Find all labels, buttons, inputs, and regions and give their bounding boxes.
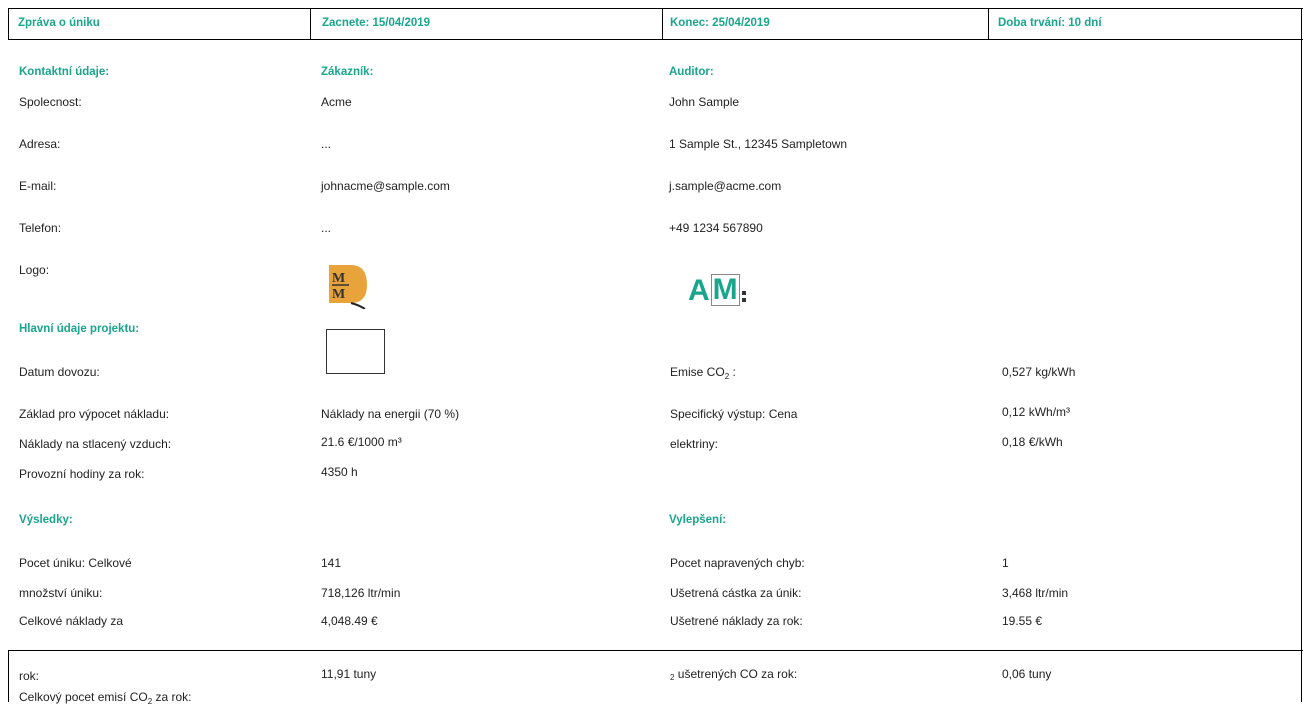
import-date-field[interactable] [326,329,385,374]
header-top-border [8,8,1303,9]
hours-value: 4350 h [321,465,358,479]
header-divider-3 [988,8,989,40]
saved-co2-label: 2 ušetrených CO za rok: [670,667,798,682]
customer-email: johnacme@sample.com [321,179,450,193]
saved-cost-value: 19.55 € [1002,614,1043,628]
header-bottom-border [8,39,1303,40]
address-label: Adresa: [19,137,61,151]
customer-phone: ... [321,221,332,235]
customer-logo: M M [329,265,369,310]
customer-company: Acme [321,95,352,109]
co2-label: Emise CO2 : [670,365,736,381]
saved-amount-value: 3,468 ltr/min [1002,586,1069,600]
customer-heading: Zákazník: [321,66,374,78]
auditor-phone: +49 1234 567890 [669,221,763,235]
svg-text:M: M [332,271,345,286]
total-cost-label: Celkové náklady za [19,614,124,628]
email-label: E-mail: [19,179,57,193]
page-break-line [8,650,1303,651]
auditor-logo: A M [688,272,746,306]
page-right-border [1301,8,1302,651]
total-cost-value: 4,048.49 € [321,614,378,628]
results-heading: Výsledky: [19,514,73,526]
auditor-heading: Auditor: [669,66,714,78]
electricity-label: elektriny: [670,437,719,451]
cost-basis-value: Náklady na energii (70 %) [321,407,460,421]
customer-logo-graphic: M M [329,265,367,310]
fixed-count-value: 1 [1002,556,1009,570]
leak-count-label: Pocet úniku: Celkové [19,556,132,570]
emissions-value: 11,91 tuny [321,667,377,681]
contacts-heading: Kontaktní údaje: [19,66,110,78]
header-divider-2 [662,8,663,40]
electricity-value: 0,18 €/kWh [1002,435,1063,449]
end-date: Konec: 25/04/2019 [670,17,770,29]
page2-left-border [8,650,9,702]
project-heading: Hlavní údaje projektu: [19,323,140,335]
specific-output-value: 0,12 kWh/m³ [1002,405,1071,419]
logo-label: Logo: [19,263,50,277]
auditor-company: John Sample [669,95,740,109]
saved-co2-value: 0,06 tuny [1002,667,1052,681]
header-left-border [8,8,9,40]
fixed-count-label: Pocet napravených chyb: [670,556,805,570]
improvements-heading: Vylepšení: [669,514,727,526]
header-divider-1 [310,8,311,40]
year-label: rok: [19,669,40,683]
leak-amount-value: 718,126 ltr/min [321,586,401,600]
auditor-logo-dots [741,291,746,302]
saved-cost-label: Ušetrené náklady za rok: [670,614,803,628]
page2-right-border [1301,650,1302,702]
air-cost-label: Náklady na stlacený vzduch: [19,437,172,451]
hours-label: Provozní hodiny za rok: [19,467,145,481]
leak-count-value: 141 [321,556,342,570]
co2-value: 0,527 kg/kWh [1002,365,1076,379]
customer-address: ... [321,137,332,151]
auditor-logo-m: M [710,273,740,306]
saved-amount-label: Ušetrená cástka za únik: [670,586,802,600]
phone-label: Telefon: [19,221,62,235]
company-label: Spolecnost: [19,95,82,109]
leak-amount-label: množství úniku: [19,586,103,600]
air-cost-value: 21.6 €/1000 m³ [321,435,402,449]
svg-text:M: M [332,287,345,302]
specific-output-label: Specifický výstup: Cena [670,407,798,421]
auditor-address: 1 Sample St., 12345 Sampletown [669,137,848,151]
cost-basis-label: Základ pro výpocet nákladu: [19,407,170,421]
report-title: Zpráva o úniku [18,17,100,29]
duration: Doba trvání: 10 dní [998,17,1102,29]
auditor-logo-a: A [688,274,710,307]
start-date: Zacnete: 15/04/2019 [322,17,431,29]
import-date-label: Datum dovozu: [19,365,100,379]
auditor-email: j.sample@acme.com [669,179,782,193]
